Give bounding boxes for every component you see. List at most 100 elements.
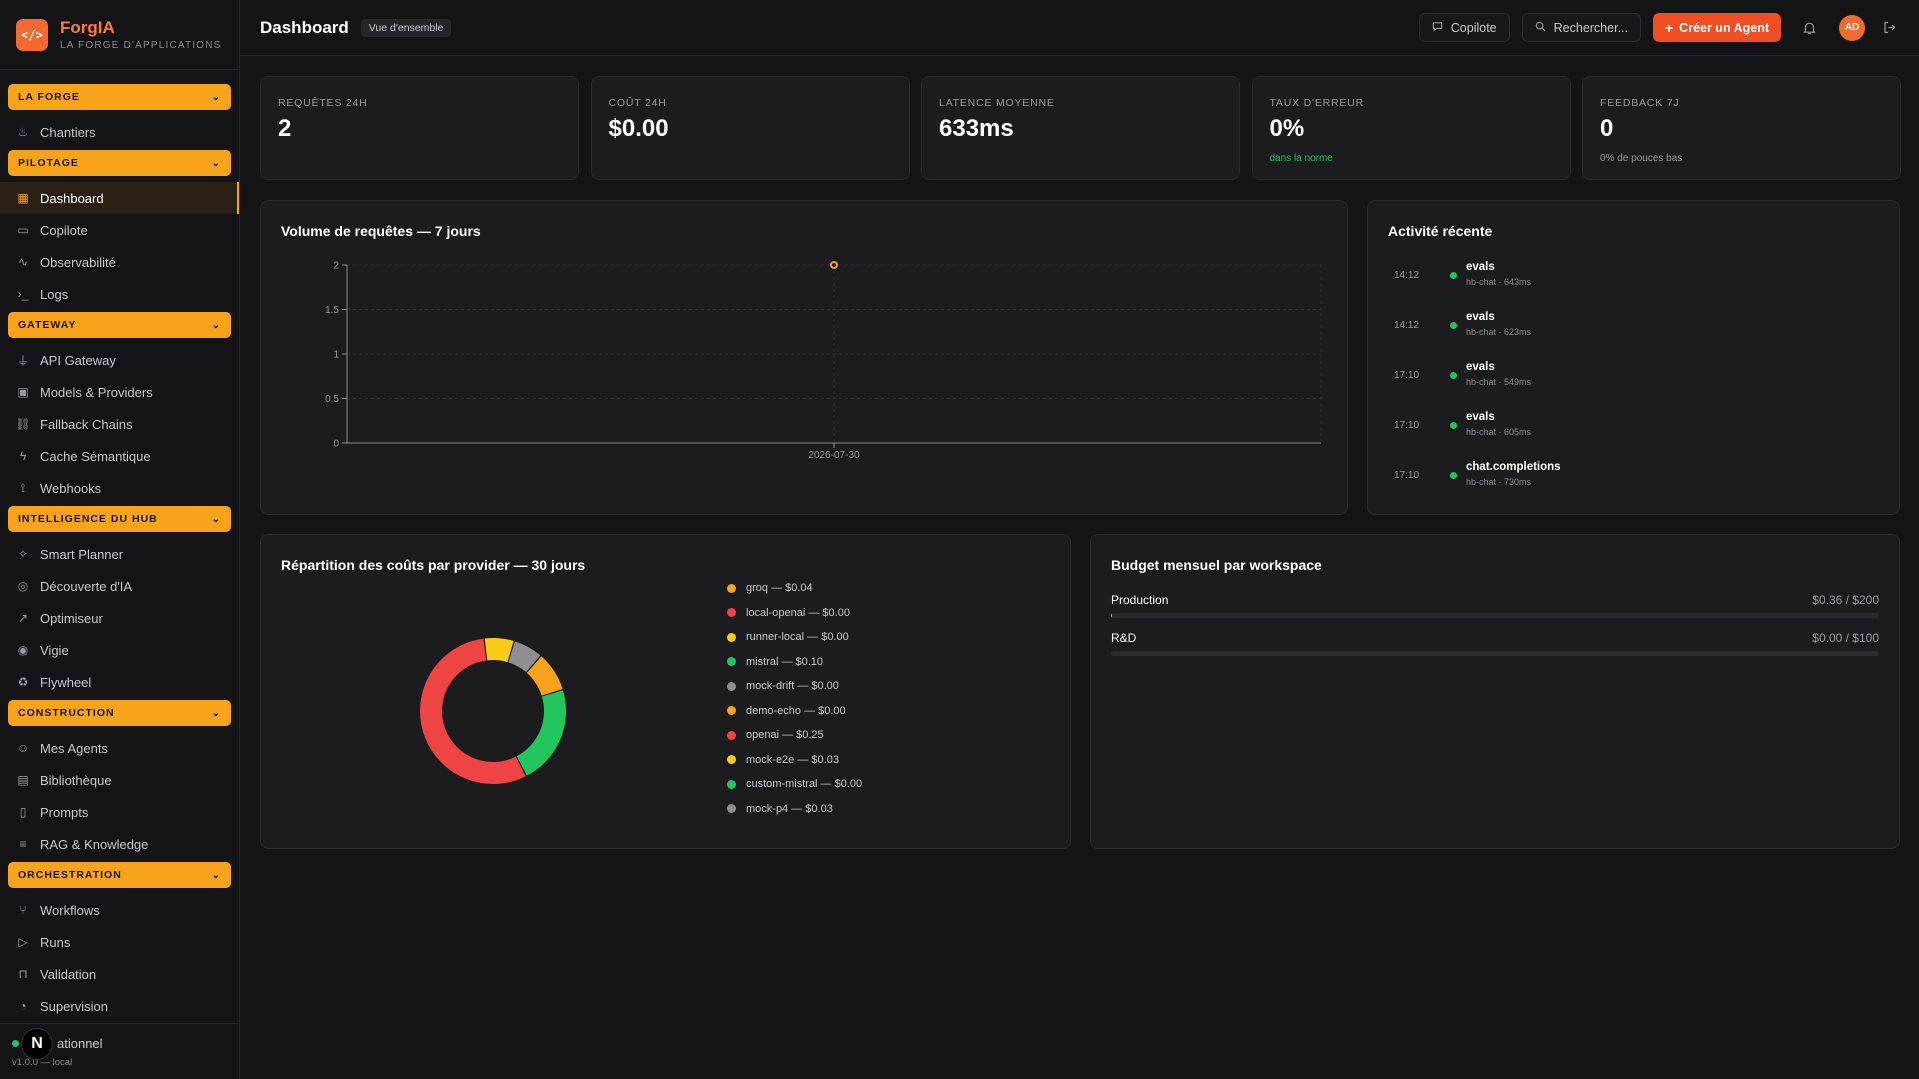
sidebar-item-fallback-chains[interactable]: ⛓ Fallback Chains	[8, 408, 231, 440]
legend-item: custom-mistral — $0.00	[727, 776, 862, 792]
brand[interactable]: </> ForgIA LA FORGE D'APPLICATIONS	[0, 0, 239, 70]
activity-row[interactable]: 17:10 evals hb-chat · 605ms	[1394, 411, 1694, 451]
sidebar-item-label: Chantiers	[40, 124, 96, 140]
sidebar-section-pilotage[interactable]: PILOTAGE ⌄	[8, 150, 231, 176]
stat-value: 2	[278, 115, 292, 142]
activity-title: Activité récente	[1388, 223, 1493, 239]
sidebar-item-observabilite[interactable]: ∿ Observabilité	[8, 246, 231, 278]
y-tick-label: 0.5	[325, 394, 339, 405]
sidebar-item-label: Optimiseur	[40, 610, 103, 626]
activity-name: evals	[1466, 411, 1495, 423]
sidebar-item-flywheel[interactable]: ♻ Flywheel	[8, 666, 231, 698]
sidebar-item-copilote[interactable]: ▭ Copilote	[8, 214, 231, 246]
avatar[interactable]: AD	[1839, 14, 1865, 41]
system-status: ationnel	[57, 1036, 103, 1051]
create-agent-label: Créer un Agent	[1679, 20, 1769, 35]
activity-row[interactable]: 17:10 evals hb-chat · 549ms	[1394, 361, 1694, 401]
sidebar-item-label: Flywheel	[40, 674, 92, 690]
stat-value: 633ms	[939, 115, 1014, 142]
legend-item: mistral — $0.10	[727, 654, 823, 670]
sidebar-item-models-providers[interactable]: ▣ Models & Providers	[8, 376, 231, 408]
sidebar-section-orchestration[interactable]: ORCHESTRATION ⌄	[8, 862, 231, 888]
legend-label: groq — $0.04	[746, 582, 813, 594]
sidebar-item-label: Découverte d'IA	[40, 578, 133, 594]
activity-time: 17:10	[1394, 420, 1420, 431]
legend-swatch	[727, 730, 736, 740]
workspace-name: R&D	[1111, 631, 1137, 645]
code-icon: </>	[16, 18, 48, 51]
legend-swatch	[727, 632, 736, 642]
sidebar-nav: LA FORGE ⌄ ♨ Chantiers PILOTAGE ⌄ ▦ Dashboard ▭ C…	[0, 70, 239, 1022]
sidebar-item-label: Fallback Chains	[40, 416, 133, 432]
stat-label: COÛT 24H	[608, 97, 667, 109]
sidebar-item-bibliotheque[interactable]: ▤ Bibliothèque	[8, 764, 231, 796]
section-label: GATEWAY	[18, 319, 77, 331]
stat-card: REQUÊTES 24H 2	[260, 76, 579, 180]
legend-swatch	[727, 804, 736, 813]
sidebar-item-label: Prompts	[40, 804, 89, 820]
sidebar-item-cache-semantique[interactable]: ϟ Cache Sémantique	[8, 440, 231, 472]
library-icon: ▤	[17, 773, 29, 787]
copilot-button[interactable]: Copilote	[1418, 13, 1510, 42]
data-point	[830, 261, 838, 269]
brand-tagline: LA FORGE D'APPLICATIONS	[60, 40, 222, 51]
sidebar-item-logs[interactable]: ›_ Logs	[8, 278, 231, 310]
sidebar-section-intelligence-du-hub[interactable]: INTELLIGENCE DU HUB ⌄	[8, 506, 231, 532]
brand-name: ForgIA	[60, 18, 115, 37]
sidebar-item-decouverte-d-ia[interactable]: ◎ Découverte d'IA	[8, 570, 231, 602]
sidebar-item-supervision[interactable]: ◔ Supervision	[8, 990, 231, 1022]
budget-progress-bar	[1111, 613, 1879, 618]
create-agent-button[interactable]: + Créer un Agent	[1652, 13, 1781, 42]
sidebar-item-api-gateway[interactable]: ⏚ API Gateway	[8, 344, 231, 376]
budget-row: R&D $0.00 / $100	[1111, 631, 1879, 659]
legend-label: custom-mistral — $0.00	[746, 778, 863, 790]
dev-tools-badge[interactable]: N	[21, 1028, 53, 1060]
database-icon: ≡	[19, 837, 27, 851]
sidebar-item-workflows[interactable]: ⑂ Workflows	[8, 894, 231, 926]
chat-icon	[1432, 21, 1443, 35]
search-button[interactable]: Rechercher...	[1521, 13, 1641, 42]
workspace-name: Production	[1111, 593, 1169, 607]
activity-row[interactable]: 17:10 chat.completions hb-chat · 730ms	[1394, 461, 1694, 501]
sidebar-item-vigie[interactable]: ◉ Vigie	[8, 634, 231, 666]
legend-label: mock-e2e — $0.03	[746, 753, 839, 766]
sidebar-item-runs[interactable]: ▷ Runs	[8, 926, 231, 958]
section-label: INTELLIGENCE DU HUB	[18, 513, 158, 525]
sidebar-item-dashboard[interactable]: ▦ Dashboard	[0, 182, 239, 214]
sidebar-item-webhooks[interactable]: ⟟ Webhooks	[8, 472, 231, 504]
sidebar-section-construction[interactable]: CONSTRUCTION ⌄	[8, 700, 231, 726]
legend-swatch	[727, 755, 736, 764]
logout-icon[interactable]	[1879, 18, 1899, 38]
legend-label: local-openai — $0.00	[746, 606, 850, 619]
chat-icon: ▭	[17, 223, 29, 237]
sidebar-section-la-forge[interactable]: LA FORGE ⌄	[8, 84, 231, 110]
legend-label: demo-echo — $0.00	[746, 704, 846, 717]
stat-card: TAUX D'ERREUR 0% dans la norme	[1251, 76, 1571, 180]
sidebar-item-prompts[interactable]: ▯ Prompts	[8, 796, 231, 828]
activity-row[interactable]: 14:12 evals hb-chat · 623ms	[1394, 311, 1694, 351]
sidebar-item-optimiseur[interactable]: ↗ Optimiseur	[8, 602, 231, 634]
sidebar: </> ForgIA LA FORGE D'APPLICATIONS LA FO…	[0, 0, 240, 1079]
legend-item: mock-e2e — $0.03	[727, 752, 839, 768]
legend-item: openai — $0.25	[727, 727, 824, 743]
sidebar-item-mes-agents[interactable]: ☺ Mes Agents	[8, 732, 231, 764]
section-label: PILOTAGE	[18, 157, 79, 169]
legend-item: groq — $0.04	[727, 580, 813, 596]
sidebar-item-chantiers[interactable]: ♨ Chantiers	[8, 116, 231, 148]
plug-icon: ⏚	[16, 353, 29, 368]
sidebar-item-label: Copilote	[40, 222, 88, 238]
activity-row[interactable]: 14:12 evals hb-chat · 643ms	[1394, 261, 1694, 301]
legend-label: runner-local — $0.00	[746, 631, 849, 643]
y-tick-label: 1	[333, 350, 339, 361]
sidebar-item-smart-planner[interactable]: ✧ Smart Planner	[8, 538, 231, 570]
legend-swatch	[727, 583, 736, 593]
page-title: Dashboard	[260, 17, 349, 37]
stat-card: COÛT 24H $0.00	[590, 76, 910, 180]
x-tick-label: 2026-07-30	[808, 450, 860, 461]
sidebar-item-validation[interactable]: ⊓ Validation	[8, 958, 231, 990]
sidebar-section-gateway[interactable]: GATEWAY ⌄	[8, 312, 231, 338]
legend-swatch	[727, 706, 736, 715]
sidebar-item-rag-knowledge[interactable]: ≡ RAG & Knowledge	[8, 828, 231, 860]
bell-icon[interactable]	[1799, 18, 1819, 38]
status-dot	[1450, 322, 1457, 329]
